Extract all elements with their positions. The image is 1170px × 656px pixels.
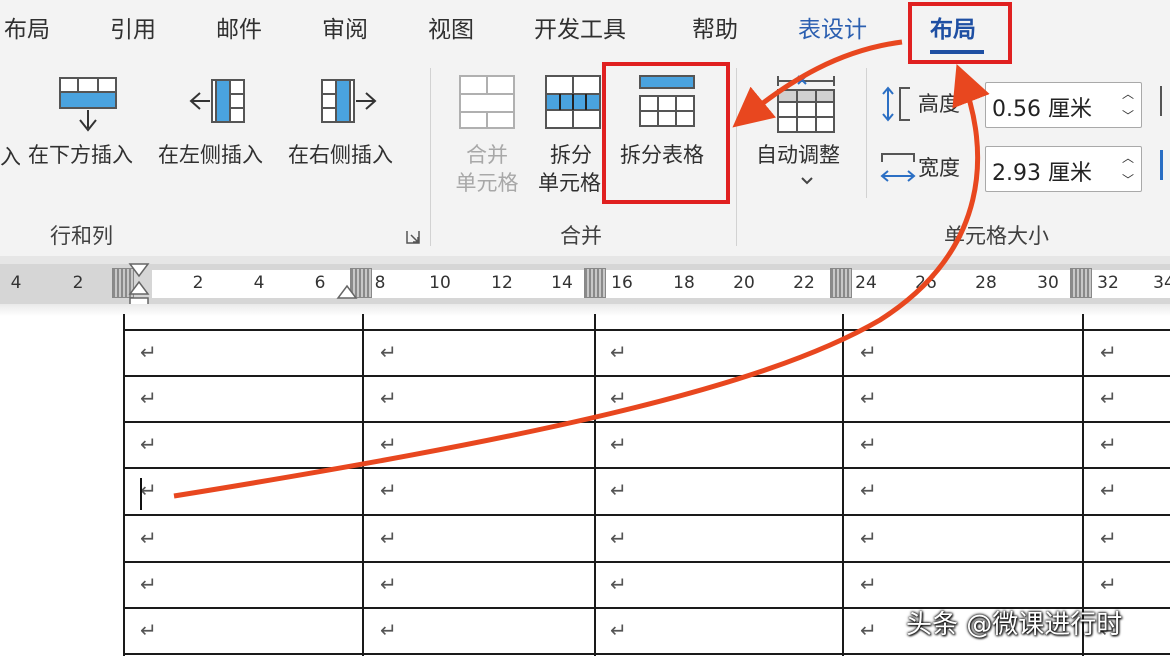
arrow-layout-tab-to-split-table (732, 39, 903, 128)
watermark-text: 头条 @微课进行时 (906, 610, 1123, 640)
arrow-cursor-to-layout-tab (173, 64, 990, 499)
annotation-arrows (173, 39, 990, 499)
